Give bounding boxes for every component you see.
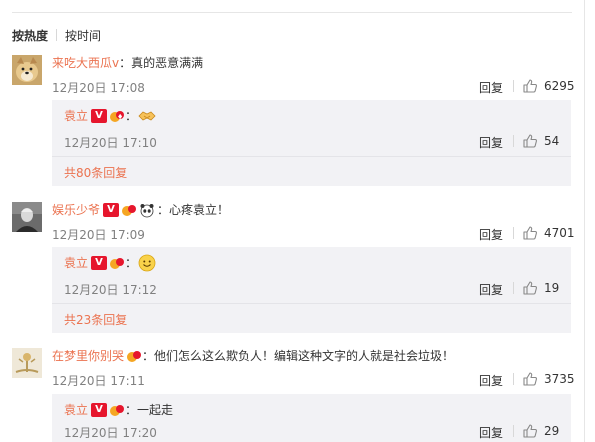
sort-bar: 按热度 按时间 [12,27,101,43]
sub-reply-box: 袁立 V ♦ ： 12月20日 17:10 回复 54 共80条回复 [52,100,571,186]
reply-button[interactable]: 回复 [479,372,503,389]
verified-badge-icon: V [91,256,108,270]
comment-line: 在梦里你别哭 ：他们怎么这么欺负人！编辑这种文字的人就是社会垃圾！ [52,348,572,364]
like-count: 29 [544,424,560,438]
reply-button[interactable]: 回复 [479,226,503,243]
sub-reply-meta: 12月20日 17:10 回复 54 [64,133,560,151]
comment-time: 12月20日 17:09 [52,228,145,242]
comment-time: 12月20日 17:11 [52,374,145,388]
comment-text: ：他们怎么这么欺负人！编辑这种文字的人就是社会垃圾！ [142,349,455,363]
thumbs-up-icon[interactable] [522,78,538,94]
smile-emoji-icon [138,254,156,272]
reply-button[interactable]: 回复 [479,134,503,151]
member-badge-icon [109,403,125,417]
like-count: 19 [544,281,560,295]
reply-button[interactable]: 回复 [479,281,503,298]
verified-badge-icon: V [91,403,108,417]
sub-reply-box: 袁立 V ：一起走 12月20日 17:20 回复 29 [52,394,571,442]
verified-badge-icon: V [91,109,108,123]
more-replies-row: 共80条回复 [52,156,571,186]
svg-text:♦: ♦ [117,113,123,121]
more-replies-link[interactable]: 共23条回复 [64,311,127,328]
sort-by-hot-tab[interactable]: 按热度 [12,27,48,44]
comment-line: 娱乐少爷 V ：心疼袁立！ [52,202,572,218]
comment-time: 12月20日 17:20 [64,426,157,440]
member-badge-icon: ♦ [109,109,125,123]
comment-time: 12月20日 17:10 [64,136,157,150]
comment-time: 12月20日 17:12 [64,283,157,297]
thumbs-up-icon[interactable] [522,371,538,387]
username-link[interactable]: 袁立 [64,108,88,124]
comment-time: 12月20日 17:08 [52,81,145,95]
verified-badge-icon: V [103,203,120,217]
sub-reply-meta: 12月20日 17:20 回复 29 [64,423,560,441]
comment-colon: ： [125,256,138,270]
meta-separator [513,227,514,239]
comment-meta: 12月20日 17:08 回复 6295 [52,78,575,96]
comment-text: ：一起走 [125,403,174,417]
handshake-emoji-icon [138,107,156,125]
top-divider [12,12,572,13]
reply-button[interactable]: 回复 [479,424,503,441]
comment-text: ：真的恶意满满 [119,56,204,70]
comment-meta: 12月20日 17:09 回复 4701 [52,225,575,243]
username-link[interactable]: 袁立 [64,402,88,418]
sub-reply-meta: 12月20日 17:12 回复 19 [64,280,560,298]
sub-reply: 袁立 V ♦ ： 12月20日 17:10 回复 54 [52,100,571,156]
thumbs-up-icon[interactable] [522,280,538,296]
comment-meta: 12月20日 17:11 回复 3735 [52,371,575,389]
sub-reply-line: 袁立 V ： [64,254,157,272]
sub-reply: 袁立 V ： 12月20日 17:12 回复 19 [52,247,571,303]
reply-button[interactable]: 回复 [479,79,503,96]
username-link[interactable]: 来吃大西瓜v [52,55,119,71]
comment-colon: ： [125,109,138,123]
sub-reply-box: 袁立 V ： 12月20日 17:12 回复 19 共23条回复 [52,247,571,333]
sort-by-time-tab[interactable]: 按时间 [65,27,101,44]
username-link[interactable]: 娱乐少爷 [52,202,100,218]
username-link[interactable]: 袁立 [64,255,88,271]
person-avatar[interactable] [12,202,42,232]
member-badge-icon [109,256,125,270]
sub-reply-line: 袁立 V ：一起走 [64,402,173,418]
cartoon-avatar[interactable] [12,348,42,378]
like-count: 3735 [544,372,575,386]
sub-reply-line: 袁立 V ♦ ： [64,108,157,124]
meta-separator [513,373,514,385]
member-badge-icon [126,349,142,363]
right-divider [584,0,585,442]
thumbs-up-icon[interactable] [522,133,538,149]
sub-reply: 袁立 V ：一起走 12月20日 17:20 回复 29 [52,394,571,442]
meta-separator [513,425,514,437]
member-badge-icon [121,203,137,217]
meta-separator [513,135,514,147]
thumbs-up-icon[interactable] [522,225,538,241]
username-link[interactable]: 在梦里你别哭 [52,348,124,364]
like-count: 4701 [544,226,575,240]
like-count: 54 [544,134,560,148]
like-count: 6295 [544,79,575,93]
thumbs-up-icon[interactable] [522,423,538,439]
more-replies-link[interactable]: 共80条回复 [64,164,127,181]
more-replies-row: 共23条回复 [52,303,571,333]
sort-separator [56,29,58,41]
comment-line: 来吃大西瓜v ：真的恶意满满 [52,55,572,71]
meta-separator [513,282,514,294]
shiba-dog-avatar[interactable] [12,55,42,85]
panda-badge-icon [138,201,156,219]
meta-separator [513,80,514,92]
comment-text: ：心疼袁立！ [157,203,230,217]
